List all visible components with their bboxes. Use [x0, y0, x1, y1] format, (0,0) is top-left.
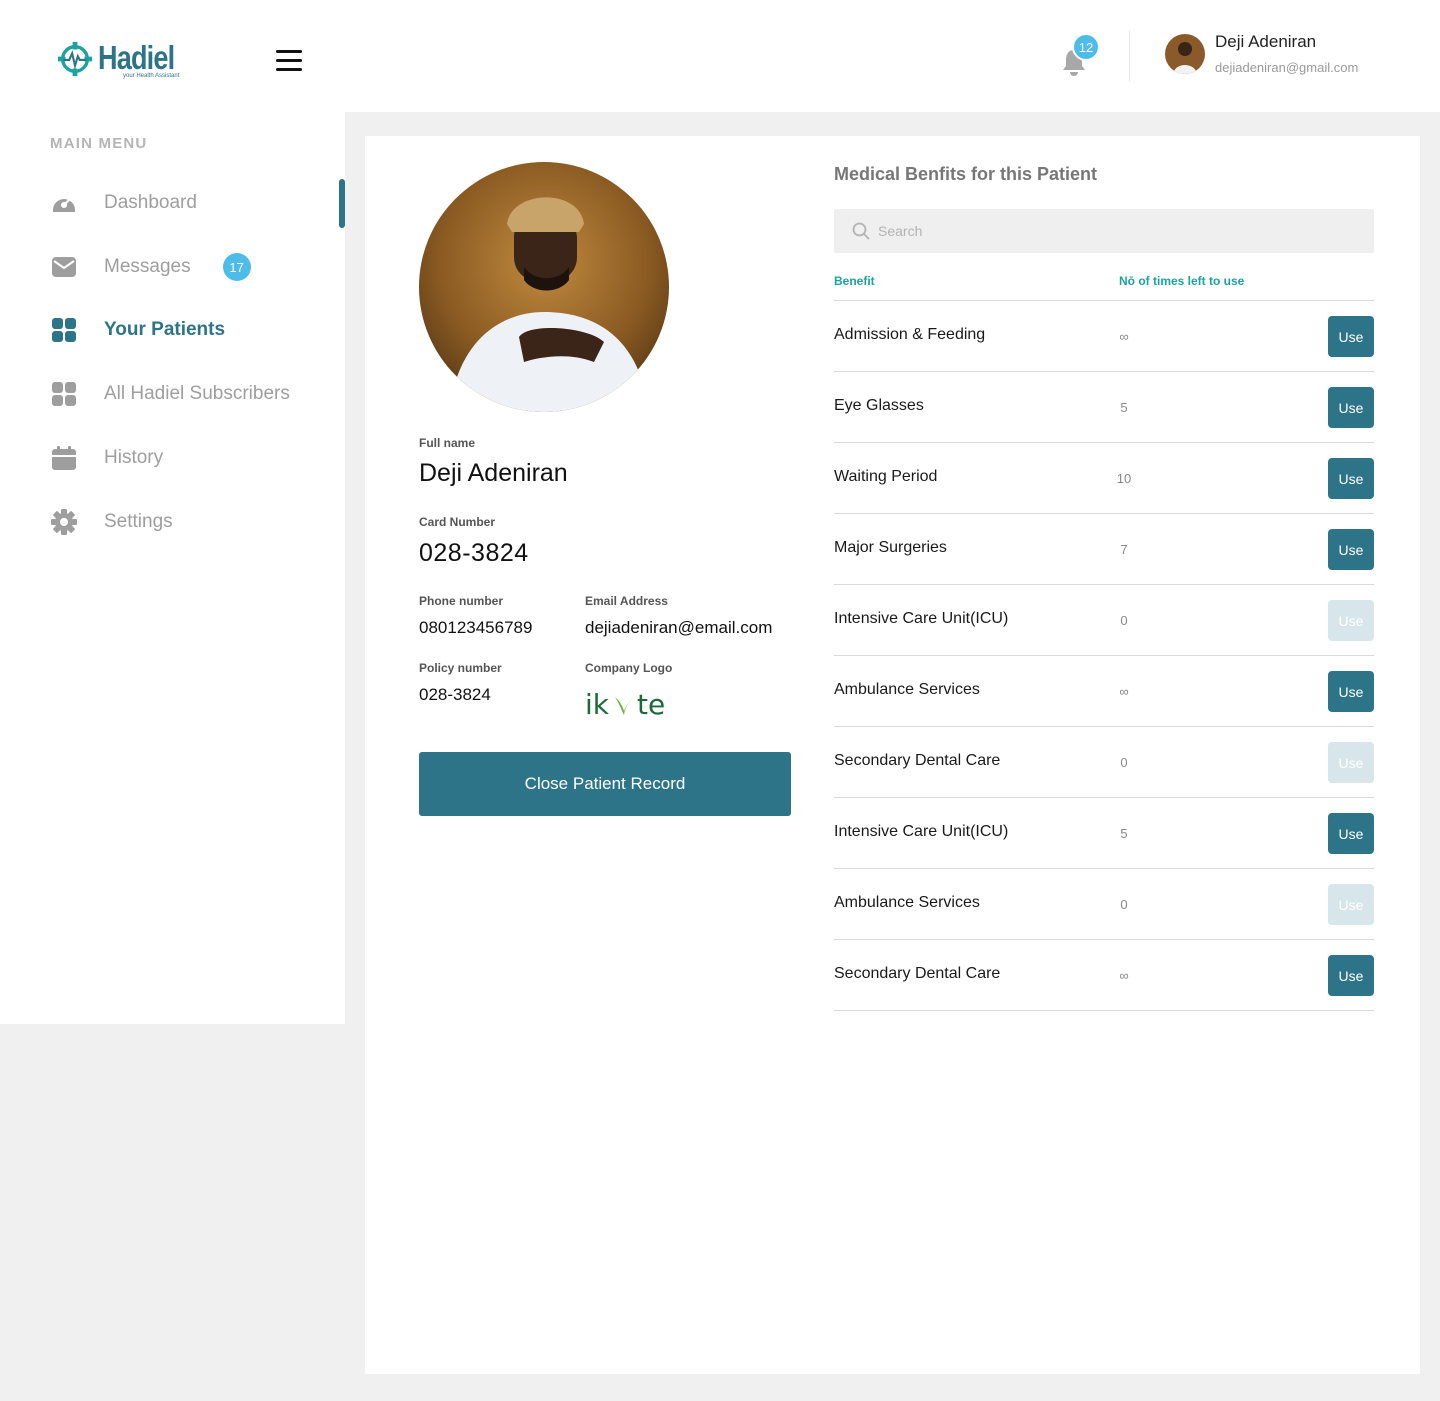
brand-tagline: your Health Assistant	[123, 73, 180, 79]
use-benefit-button[interactable]: Use	[1328, 529, 1374, 570]
table-row: Intensive Care Unit(ICU) 5 Use	[834, 798, 1374, 869]
times-left-count: 0	[1120, 897, 1128, 912]
user-name: Deji Adeniran	[1215, 32, 1317, 51]
benefits-title: Medical Benfits for this Patient	[834, 164, 1098, 184]
times-left-count: 7	[1120, 542, 1128, 557]
svg-text:te: te	[637, 689, 665, 719]
grid-icon	[50, 316, 78, 344]
times-left-count: 0	[1120, 755, 1128, 770]
sidebar-item-label: All Hadiel Subscribers	[104, 383, 290, 404]
email-label: Email Address	[585, 594, 668, 608]
svg-text:ik: ik	[585, 689, 610, 719]
times-left-count: ∞	[1119, 329, 1129, 344]
user-email: dejiadeniran@gmail.com	[1215, 60, 1359, 75]
patient-policy-number: 028-3824	[419, 685, 491, 704]
search-input[interactable]	[878, 223, 1358, 239]
use-benefit-button: Use	[1328, 742, 1374, 783]
notification-count-badge: 12	[1072, 33, 1100, 61]
sidebar-item-label: Settings	[104, 511, 173, 532]
times-left-count: 5	[1120, 400, 1128, 415]
sidebar-item-history[interactable]: History	[50, 438, 345, 478]
times-left-count: ∞	[1119, 684, 1129, 699]
table-row: Secondary Dental Care 0 Use	[834, 727, 1374, 798]
grid-icon	[50, 380, 78, 408]
table-row: Ambulance Services ∞ Use	[834, 656, 1374, 727]
user-avatar[interactable]	[1165, 34, 1205, 74]
benefit-name: Admission & Feeding	[834, 326, 986, 343]
benefit-name: Ambulance Services	[834, 681, 980, 698]
times-left-count: ∞	[1119, 968, 1129, 983]
table-row: Ambulance Services 0 Use	[834, 869, 1374, 940]
column-header-times-left: Nō of times left to use	[1119, 274, 1245, 288]
sidebar-item-your-patients[interactable]: Your Patients	[50, 310, 345, 350]
table-row: Waiting Period 10 Use	[834, 443, 1374, 514]
times-left-count: 10	[1116, 471, 1132, 486]
benefit-name: Waiting Period	[834, 468, 938, 485]
main-menu-title: MAIN MENU	[50, 135, 148, 152]
sidebar-item-label: History	[104, 447, 164, 468]
benefits-search	[834, 209, 1374, 253]
times-left-count: 0	[1120, 613, 1128, 628]
policy-label: Policy number	[419, 661, 502, 675]
benefit-name: Eye Glasses	[834, 397, 924, 414]
company-logo: ik te	[585, 688, 689, 720]
benefit-name: Secondary Dental Care	[834, 752, 1001, 769]
patient-card-number: 028-3824	[419, 539, 529, 567]
sidebar-item-settings[interactable]: Settings	[50, 502, 345, 542]
table-row: Secondary Dental Care ∞ Use	[834, 940, 1374, 1011]
patient-photo	[419, 162, 669, 412]
sidebar-item-label: Messages	[104, 256, 191, 277]
company-logo-label: Company Logo	[585, 661, 673, 675]
table-row: Intensive Care Unit(ICU) 0 Use	[834, 585, 1374, 656]
card-number-label: Card Number	[419, 515, 496, 529]
sidebar-item-all-subscribers[interactable]: All Hadiel Subscribers	[50, 374, 345, 414]
use-benefit-button[interactable]: Use	[1328, 387, 1374, 428]
patient-card: Full name Deji Adeniran Card Number 028-…	[365, 136, 1420, 1374]
benefit-name: Intensive Care Unit(ICU)	[834, 823, 1009, 840]
benefit-name: Ambulance Services	[834, 894, 980, 911]
sidebar: Hadiel your Health Assistant MAIN MENU D…	[0, 0, 345, 1024]
logo-icon	[57, 41, 93, 77]
table-row: Eye Glasses 5 Use	[834, 372, 1374, 443]
messages-count-badge: 17	[222, 253, 251, 281]
top-header: 12 Deji Adeniran dejiadeniran@gmail.com	[345, 0, 1440, 112]
calendar-icon	[50, 444, 78, 472]
table-row: Major Surgeries 7 Use	[834, 514, 1374, 585]
patient-email: dejiadeniran@email.com	[585, 618, 773, 637]
sidebar-item-label: Your Patients	[104, 319, 226, 340]
times-left-count: 5	[1120, 826, 1128, 841]
dashboard-icon	[50, 189, 78, 217]
patient-phone: 080123456789	[419, 618, 533, 637]
benefit-name: Secondary Dental Care	[834, 965, 1001, 982]
sidebar-item-dashboard[interactable]: Dashboard	[50, 183, 345, 223]
use-benefit-button: Use	[1328, 600, 1374, 641]
benefit-name: Major Surgeries	[834, 539, 947, 556]
use-benefit-button: Use	[1328, 884, 1374, 925]
use-benefit-button[interactable]: Use	[1328, 813, 1374, 854]
gear-icon	[50, 508, 78, 536]
table-row: Admission & Feeding ∞ Use	[834, 301, 1374, 372]
hadiel-logo[interactable]: Hadiel your Health Assistant	[56, 38, 186, 84]
use-benefit-button[interactable]: Use	[1328, 671, 1374, 712]
sidebar-item-messages[interactable]: Messages 17	[50, 247, 345, 287]
phone-label: Phone number	[419, 594, 504, 608]
benefits-table: Admission & Feeding ∞ Use Eye Glasses 5 Use Wa…	[834, 301, 1374, 1011]
use-benefit-button[interactable]: Use	[1328, 955, 1374, 996]
full-name-label: Full name	[419, 436, 476, 450]
use-benefit-button[interactable]: Use	[1328, 458, 1374, 499]
brand-name: Hadiel	[98, 39, 175, 76]
column-header-benefit: Benefit	[834, 274, 875, 288]
close-patient-record-button[interactable]: Close Patient Record	[419, 752, 791, 816]
use-benefit-button[interactable]: Use	[1328, 316, 1374, 357]
sidebar-item-label: Dashboard	[104, 192, 197, 213]
mail-icon	[50, 253, 78, 281]
active-indicator	[339, 179, 345, 228]
search-icon	[852, 222, 870, 240]
menu-toggle-button[interactable]	[276, 50, 302, 71]
benefit-name: Intensive Care Unit(ICU)	[834, 610, 1009, 627]
patient-full-name: Deji Adeniran	[419, 459, 568, 487]
header-divider	[1129, 30, 1130, 82]
